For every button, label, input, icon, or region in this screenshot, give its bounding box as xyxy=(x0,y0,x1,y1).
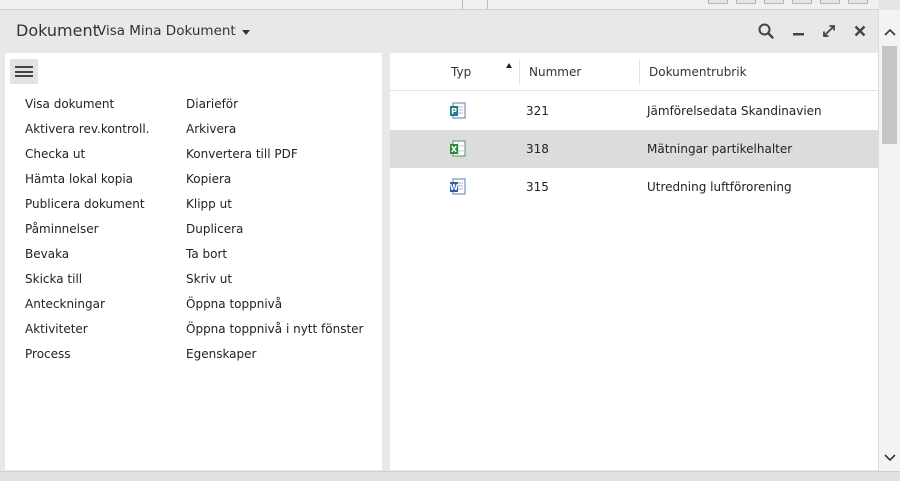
document-list: Typ Nummer Dokumentrubrik P 321 Jämförel… xyxy=(390,53,878,470)
document-number: 318 xyxy=(526,142,549,156)
top-tab-button[interactable] xyxy=(848,0,868,4)
action-menu-item[interactable]: Process xyxy=(25,346,150,371)
top-strip xyxy=(0,0,878,10)
expand-icon[interactable] xyxy=(820,22,838,40)
document-number: 321 xyxy=(526,104,549,118)
action-menu-item[interactable]: Bevaka xyxy=(25,246,150,271)
column-divider[interactable] xyxy=(639,60,640,84)
action-menu-item[interactable]: Checka ut xyxy=(25,146,150,171)
search-icon[interactable] xyxy=(757,22,775,40)
sort-ascending-icon xyxy=(506,63,512,68)
actions-column-2: Diarieför Arkivera Konvertera till PDF Kopi… xyxy=(186,96,363,371)
svg-text:X: X xyxy=(451,145,458,154)
column-divider[interactable] xyxy=(519,60,520,84)
action-menu-item[interactable]: Diarieför xyxy=(186,96,363,121)
panel-title: Dokument xyxy=(16,21,99,40)
actions-pane: Visa dokument Aktivera rev.kontroll. Check… xyxy=(5,53,382,470)
top-tab-button[interactable] xyxy=(736,0,756,4)
action-menu-item[interactable]: Påminnelser xyxy=(25,221,150,246)
documents-panel: Dokument Visa Mina Dokument Visa dokumen… xyxy=(0,10,878,481)
hamburger-menu-icon[interactable] xyxy=(10,59,38,84)
minimize-icon[interactable] xyxy=(790,22,808,40)
document-title: Jämförelsedata Skandinavien xyxy=(647,104,822,118)
top-divider xyxy=(462,0,463,9)
action-menu-item[interactable]: Visa dokument xyxy=(25,96,150,121)
action-menu-item[interactable]: Öppna toppnivå xyxy=(186,296,363,321)
action-menu-item[interactable]: Aktiviteter xyxy=(25,321,150,346)
action-menu-item[interactable]: Aktivera rev.kontroll. xyxy=(25,121,150,146)
action-menu-item[interactable]: Skicka till xyxy=(25,271,150,296)
view-selector-dropdown[interactable]: Visa Mina Dokument xyxy=(97,23,250,39)
bottom-strip xyxy=(0,471,900,481)
svg-text:W: W xyxy=(450,183,459,192)
actions-column-1: Visa dokument Aktivera rev.kontroll. Check… xyxy=(25,96,150,371)
document-title: Mätningar partikelhalter xyxy=(647,142,793,156)
table-row[interactable]: P 321 Jämförelsedata Skandinavien xyxy=(390,92,878,130)
top-tab-button[interactable] xyxy=(792,0,812,4)
word-file-icon: W xyxy=(449,178,466,195)
action-menu-item[interactable]: Klipp ut xyxy=(186,196,363,221)
action-menu-item[interactable]: Arkivera xyxy=(186,121,363,146)
action-menu-item[interactable]: Egenskaper xyxy=(186,346,363,371)
action-menu-item[interactable]: Ta bort xyxy=(186,246,363,271)
panel-header: Dokument Visa Mina Dokument xyxy=(0,10,878,52)
vertical-scrollbar[interactable] xyxy=(878,10,900,471)
close-icon[interactable] xyxy=(851,22,869,40)
action-menu-item[interactable]: Anteckningar xyxy=(25,296,150,321)
scrollbar-thumb[interactable] xyxy=(882,46,897,144)
column-header-dokumentrubrik[interactable]: Dokumentrubrik xyxy=(649,65,747,79)
top-divider xyxy=(487,0,488,9)
top-tab-button[interactable] xyxy=(764,0,784,4)
caret-down-icon xyxy=(241,29,250,35)
action-menu-item[interactable]: Publicera dokument xyxy=(25,196,150,221)
action-menu-item[interactable]: Skriv ut xyxy=(186,271,363,296)
action-menu-item[interactable]: Öppna toppnivå i nytt fönster xyxy=(186,321,363,346)
view-selector-label: Visa Mina Dokument xyxy=(97,23,236,39)
action-menu-item[interactable]: Duplicera xyxy=(186,221,363,246)
action-menu-item[interactable]: Hämta lokal kopia xyxy=(25,171,150,196)
table-header: Typ Nummer Dokumentrubrik xyxy=(390,53,878,91)
top-tab-button[interactable] xyxy=(708,0,728,4)
publisher-file-icon: P xyxy=(449,102,466,119)
document-title: Utredning luftförorening xyxy=(647,180,792,194)
column-header-nummer[interactable]: Nummer xyxy=(529,65,581,79)
scroll-down-icon[interactable] xyxy=(883,452,897,462)
scroll-up-icon[interactable] xyxy=(883,26,897,36)
table-row[interactable]: W 315 Utredning luftförorening xyxy=(390,168,878,206)
svg-text:P: P xyxy=(451,107,457,116)
document-number: 315 xyxy=(526,180,549,194)
action-menu-item[interactable]: Kopiera xyxy=(186,171,363,196)
column-header-typ[interactable]: Typ xyxy=(451,65,471,79)
top-tab-button[interactable] xyxy=(820,0,840,4)
excel-file-icon: X xyxy=(449,140,466,157)
action-menu-item[interactable]: Konvertera till PDF xyxy=(186,146,363,171)
table-row[interactable]: X 318 Mätningar partikelhalter xyxy=(390,130,878,168)
